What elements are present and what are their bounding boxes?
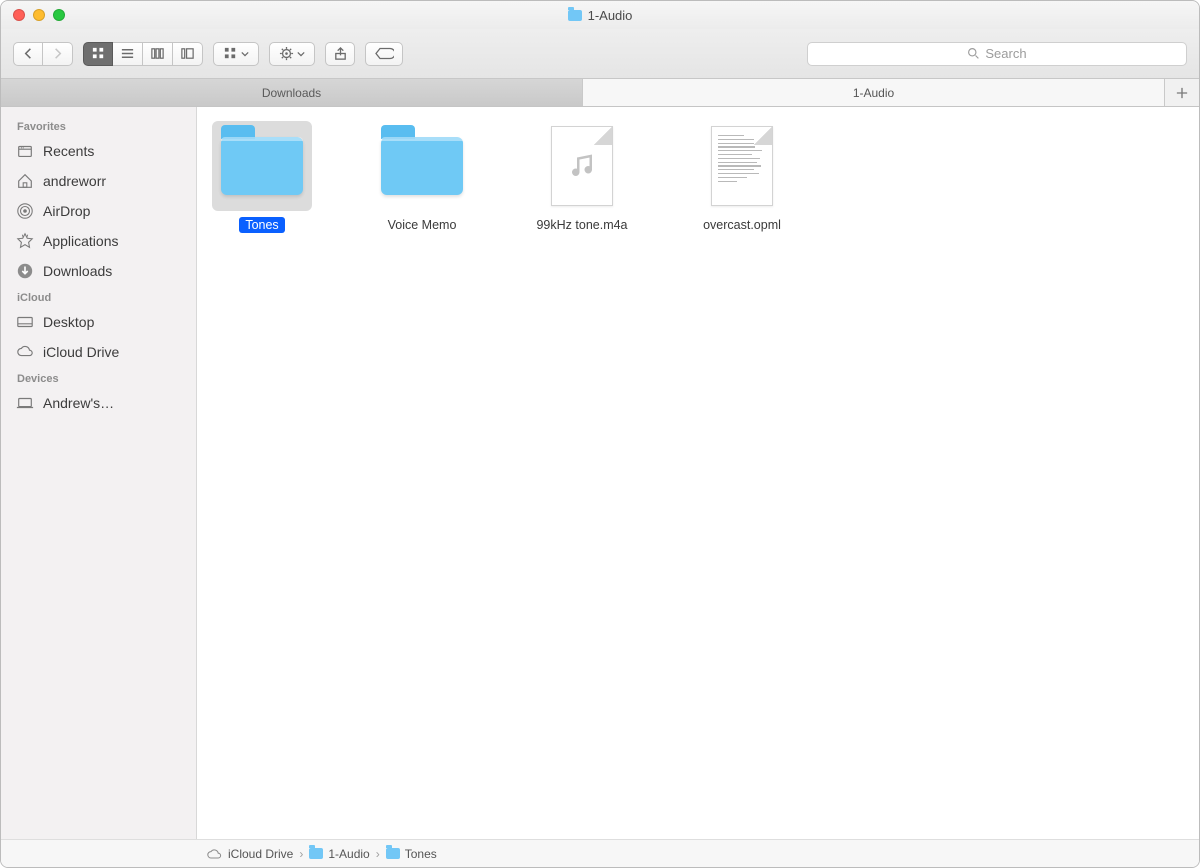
search-placeholder: Search (985, 46, 1026, 61)
sidebar-item-downloads[interactable]: Downloads (1, 256, 196, 286)
forward-button[interactable] (43, 42, 73, 66)
text-file-icon (711, 126, 773, 206)
path-segment-icloud[interactable]: iCloud Drive (207, 847, 293, 861)
titlebar: 1-Audio (1, 1, 1199, 29)
close-button[interactable] (13, 9, 25, 21)
folder-icon (568, 10, 582, 21)
sidebar-item-home[interactable]: andreworr (1, 166, 196, 196)
icloud-icon (207, 848, 223, 860)
gallery-view-button[interactable] (173, 42, 203, 66)
sidebar-item-label: Andrew's… (43, 395, 114, 411)
list-view-button[interactable] (113, 42, 143, 66)
path-label: iCloud Drive (228, 847, 293, 861)
minimize-button[interactable] (33, 9, 45, 21)
sidebar: Favorites Recents andreworr AirDrop Appl… (1, 107, 197, 839)
group-by-button[interactable] (213, 42, 259, 66)
tab-1-audio[interactable]: 1-Audio (583, 79, 1165, 106)
sidebar-item-label: Applications (43, 233, 119, 249)
item-label: 99kHz tone.m4a (530, 217, 633, 233)
maximize-button[interactable] (53, 9, 65, 21)
item-thumbnail (212, 121, 312, 211)
music-note-icon (567, 151, 597, 181)
chevron-down-icon (297, 50, 305, 58)
file-item-99khz-tone[interactable]: 99kHz tone.m4a (527, 121, 637, 233)
action-button[interactable] (269, 42, 315, 66)
item-thumbnail (532, 121, 632, 211)
file-item-voice-memo[interactable]: Voice Memo (367, 121, 477, 233)
recents-icon (15, 141, 35, 161)
view-buttons (83, 42, 203, 66)
item-thumbnail (692, 121, 792, 211)
tag-icon (374, 46, 394, 61)
tab-downloads[interactable]: Downloads (1, 79, 583, 106)
folder-icon (221, 137, 303, 195)
folder-icon (381, 137, 463, 195)
chevron-right-icon: › (299, 847, 303, 861)
search-field[interactable]: Search (807, 42, 1187, 66)
folder-icon (309, 848, 323, 859)
sidebar-heading-devices: Devices (1, 367, 196, 388)
file-item-overcast-opml[interactable]: overcast.opml (687, 121, 797, 233)
path-label: Tones (405, 847, 437, 861)
chevron-down-icon (241, 50, 249, 58)
sidebar-item-label: andreworr (43, 173, 106, 189)
audio-file-icon (551, 126, 613, 206)
path-bar: iCloud Drive › 1-Audio › Tones (1, 839, 1199, 867)
finder-window: 1-Audio (0, 0, 1200, 868)
path-segment-tones[interactable]: Tones (386, 847, 437, 861)
search-icon (967, 47, 980, 60)
icon-grid: Tones Voice Memo 99kHz tone.m (207, 121, 1189, 233)
share-button[interactable] (325, 42, 355, 66)
file-item-tones[interactable]: Tones (207, 121, 317, 233)
plus-icon (1176, 87, 1188, 99)
sidebar-item-label: AirDrop (43, 203, 90, 219)
desktop-icon (15, 312, 35, 332)
sidebar-item-label: Downloads (43, 263, 112, 279)
item-label: Tones (239, 217, 284, 233)
sidebar-item-label: Recents (43, 143, 94, 159)
window-title: 1-Audio (1, 8, 1199, 23)
sidebar-item-desktop[interactable]: Desktop (1, 307, 196, 337)
tab-label: Downloads (262, 86, 321, 100)
tab-label: 1-Audio (853, 86, 894, 100)
tags-button[interactable] (365, 42, 403, 66)
applications-icon (15, 231, 35, 251)
sidebar-item-airdrop[interactable]: AirDrop (1, 196, 196, 226)
sidebar-heading-icloud: iCloud (1, 286, 196, 307)
sidebar-item-applications[interactable]: Applications (1, 226, 196, 256)
item-label: overcast.opml (697, 217, 787, 233)
toolbar: Search (1, 29, 1199, 79)
body: Favorites Recents andreworr AirDrop Appl… (1, 107, 1199, 839)
icloud-icon (15, 342, 35, 362)
sidebar-item-recents[interactable]: Recents (1, 136, 196, 166)
folder-icon (386, 848, 400, 859)
new-tab-button[interactable] (1165, 79, 1199, 106)
traffic-lights (13, 9, 65, 21)
airdrop-icon (15, 201, 35, 221)
sidebar-item-label: Desktop (43, 314, 94, 330)
gear-icon (279, 46, 294, 61)
sidebar-item-device[interactable]: Andrew's… (1, 388, 196, 418)
file-browser[interactable]: Tones Voice Memo 99kHz tone.m (197, 107, 1199, 839)
chevron-right-icon: › (376, 847, 380, 861)
tab-bar: Downloads 1-Audio (1, 79, 1199, 107)
path-segment-1-audio[interactable]: 1-Audio (309, 847, 369, 861)
icon-view-button[interactable] (83, 42, 113, 66)
home-icon (15, 171, 35, 191)
downloads-icon (15, 261, 35, 281)
item-label: Voice Memo (382, 217, 463, 233)
item-thumbnail (372, 121, 472, 211)
share-icon (333, 46, 348, 61)
sidebar-item-icloud-drive[interactable]: iCloud Drive (1, 337, 196, 367)
path-label: 1-Audio (328, 847, 369, 861)
sidebar-heading-favorites: Favorites (1, 115, 196, 136)
column-view-button[interactable] (143, 42, 173, 66)
laptop-icon (15, 393, 35, 413)
window-title-text: 1-Audio (588, 8, 633, 23)
nav-buttons (13, 42, 73, 66)
back-button[interactable] (13, 42, 43, 66)
sidebar-item-label: iCloud Drive (43, 344, 119, 360)
